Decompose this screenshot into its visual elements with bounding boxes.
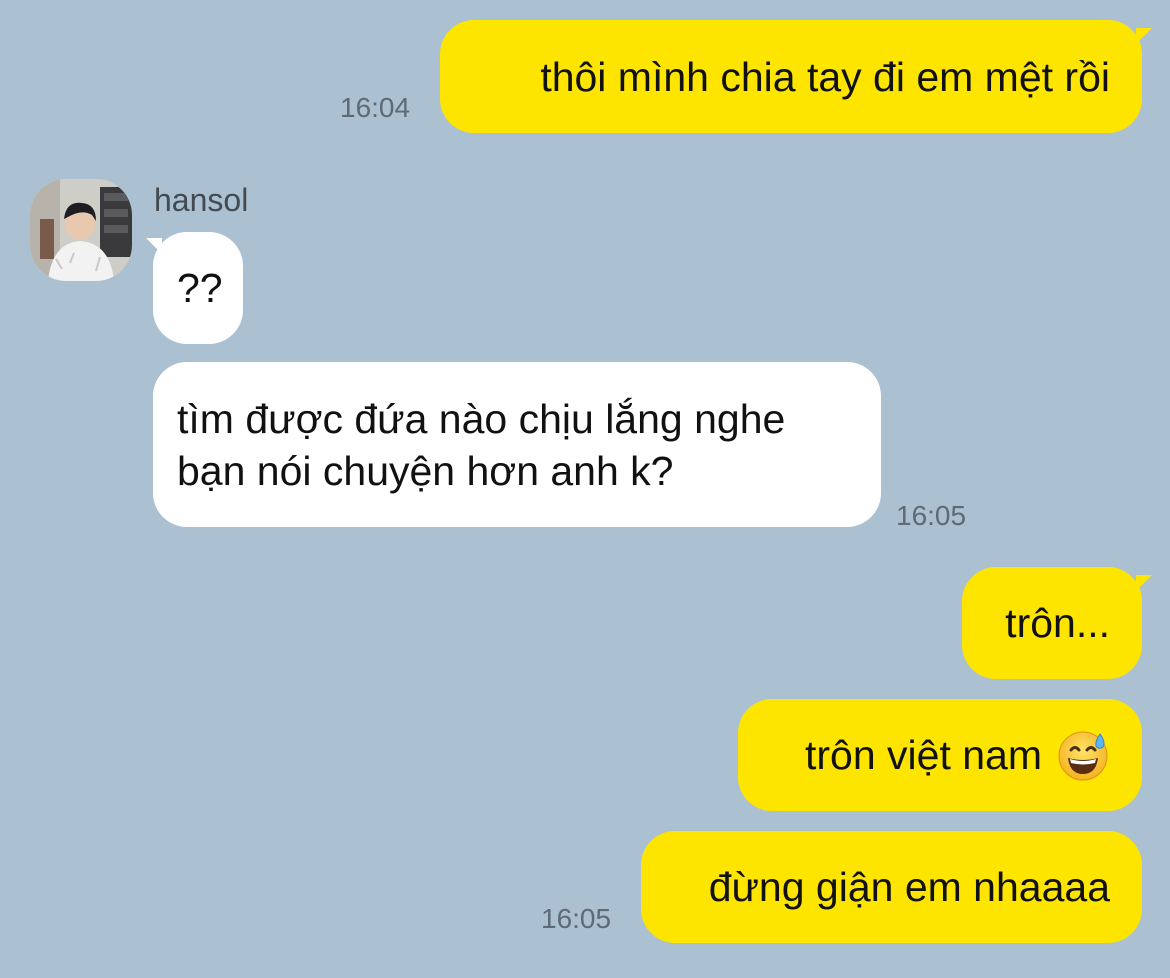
grinning-face-with-sweat-icon [1058, 731, 1108, 781]
outgoing-message-bubble[interactable]: trôn... [962, 567, 1142, 679]
user-avatar-icon [30, 179, 132, 281]
message-text: thôi mình chia tay đi em mệt rồi [540, 53, 1110, 100]
chat-thread: 16:04 thôi mình chia tay đi em mệt rồi h… [0, 0, 1170, 978]
message-text: trôn... [1005, 600, 1110, 646]
message-text: trôn việt nam [805, 732, 1042, 778]
message-text: ?? [177, 265, 223, 311]
incoming-message-bubble[interactable]: ?? [153, 232, 243, 344]
message-text-line: tìm được đứa nào chịu lắng nghe [177, 395, 786, 442]
incoming-message-bubble[interactable]: tìm được đứa nào chịu lắng nghe bạn nói … [153, 362, 881, 527]
message-timestamp: 16:05 [896, 500, 967, 531]
message-timestamp: 16:04 [340, 92, 411, 123]
outgoing-message-bubble[interactable]: trôn việt nam [738, 699, 1142, 811]
sender-avatar[interactable] [30, 179, 132, 281]
message-text: đừng giận em nhaaaa [708, 864, 1110, 910]
outgoing-message-bubble[interactable]: thôi mình chia tay đi em mệt rồi [440, 20, 1142, 133]
message-text-line: bạn nói chuyện hơn anh k? [177, 447, 674, 494]
outgoing-message-bubble[interactable]: đừng giận em nhaaaa [641, 831, 1142, 943]
bubble-tail [1136, 575, 1152, 591]
sender-name: hansol [154, 182, 249, 218]
bubble-tail [1136, 28, 1152, 44]
message-timestamp: 16:05 [541, 903, 612, 934]
